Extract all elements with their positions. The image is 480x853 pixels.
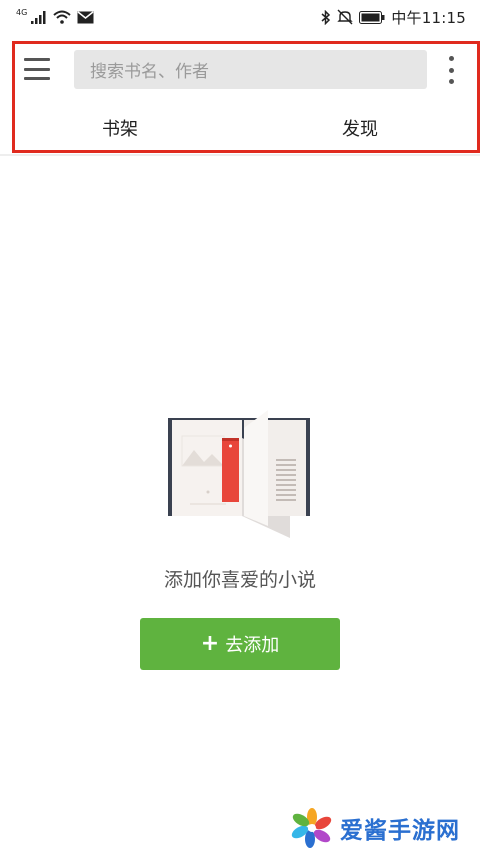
wifi-icon bbox=[53, 10, 71, 24]
tab-discover[interactable]: 发现 bbox=[240, 104, 480, 152]
tab-bar: 书架 发现 bbox=[0, 104, 480, 152]
status-left: 4G bbox=[16, 7, 94, 24]
hamburger-menu-icon[interactable] bbox=[24, 58, 50, 80]
battery-icon bbox=[359, 10, 385, 24]
add-button-label: 去添加 bbox=[225, 635, 280, 656]
network-type: 4G bbox=[16, 7, 28, 17]
status-bar: 4G 中午11:15 bbox=[0, 0, 480, 34]
watermark: 爱酱手游网 bbox=[290, 808, 460, 848]
search-input[interactable]: 搜索书名、作者 bbox=[74, 50, 427, 89]
more-options-icon[interactable] bbox=[444, 56, 458, 84]
status-time: 中午11:15 bbox=[391, 8, 466, 27]
header-divider bbox=[0, 154, 480, 156]
mute-icon bbox=[337, 9, 354, 25]
plus-icon: + bbox=[200, 630, 220, 656]
bluetooth-icon bbox=[321, 9, 331, 25]
tab-bookshelf[interactable]: 书架 bbox=[0, 104, 240, 152]
signal-icon bbox=[31, 10, 46, 24]
search-placeholder: 搜索书名、作者 bbox=[90, 62, 209, 82]
status-right: 中午11:15 bbox=[321, 7, 466, 28]
empty-bookshelf-illustration bbox=[168, 410, 310, 538]
empty-state-message: 添加你喜爱的小说 bbox=[163, 569, 316, 591]
watermark-text: 爱酱手游网 bbox=[340, 818, 460, 844]
flower-logo-icon bbox=[291, 808, 332, 848]
mail-icon bbox=[77, 10, 94, 23]
add-novel-button[interactable]: + 去添加 bbox=[140, 618, 340, 670]
